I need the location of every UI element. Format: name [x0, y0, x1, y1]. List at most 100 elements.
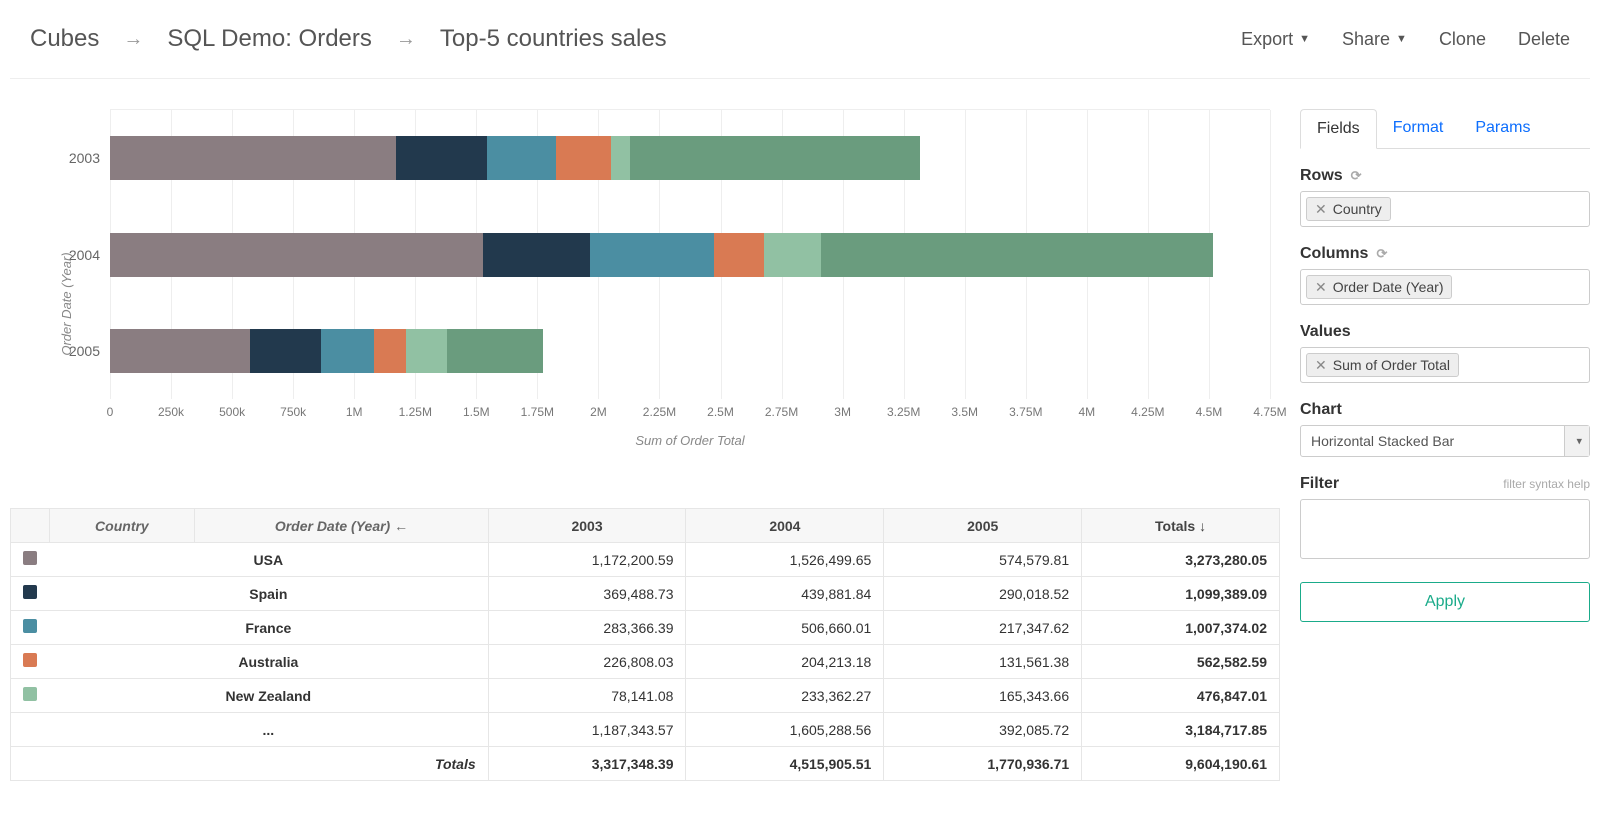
row-swatch	[11, 611, 50, 645]
stacked-bar[interactable]	[110, 329, 1270, 373]
cell-country: USA	[49, 543, 488, 577]
filter-help-link[interactable]: filter syntax help	[1503, 477, 1590, 491]
cell-value: 574,579.81	[884, 543, 1082, 577]
table-row[interactable]: Australia226,808.03204,213.18131,561.385…	[11, 645, 1280, 679]
xtick: 1.75M	[521, 405, 554, 419]
totals-value: 3,317,348.39	[488, 747, 686, 781]
share-button[interactable]: Share▼	[1342, 29, 1407, 50]
apply-button[interactable]: Apply	[1300, 582, 1590, 622]
table-row[interactable]: USA1,172,200.591,526,499.65574,579.813,2…	[11, 543, 1280, 577]
bar-segment[interactable]	[590, 233, 714, 277]
sidebar: Fields Format Params Rows ⟳ ✕ Country Co…	[1300, 109, 1590, 781]
col-country[interactable]: Country	[49, 509, 195, 543]
cell-value: 1,187,343.57	[488, 713, 686, 747]
cell-country: France	[49, 611, 488, 645]
caret-down-icon: ▼	[1396, 33, 1407, 45]
rows-box[interactable]: ✕ Country	[1300, 191, 1590, 227]
bar-segment[interactable]	[110, 329, 250, 373]
cell-value: 369,488.73	[488, 577, 686, 611]
values-box[interactable]: ✕ Sum of Order Total	[1300, 347, 1590, 383]
clone-button[interactable]: Clone	[1439, 29, 1486, 50]
breadcrumb-root[interactable]: Cubes	[30, 25, 99, 53]
tab-fields[interactable]: Fields	[1300, 109, 1377, 149]
cell-value: 226,808.03	[488, 645, 686, 679]
xtick: 2.75M	[765, 405, 798, 419]
xtick: 500k	[219, 405, 245, 419]
xtick: 3.25M	[887, 405, 920, 419]
col-2003[interactable]: 2003	[488, 509, 686, 543]
totals-value: 1,770,936.71	[884, 747, 1082, 781]
cell-country: ...	[49, 713, 488, 747]
xtick: 4.5M	[1196, 405, 1223, 419]
table-row[interactable]: ...1,187,343.571,605,288.56392,085.723,1…	[11, 713, 1280, 747]
arrow-icon: →	[396, 28, 416, 51]
tab-params[interactable]: Params	[1459, 109, 1546, 148]
row-swatch	[11, 679, 50, 713]
bar-segment[interactable]	[483, 233, 590, 277]
col-totals[interactable]: Totals ↓	[1082, 509, 1280, 543]
bar-segment[interactable]	[374, 329, 406, 373]
table-row[interactable]: France283,366.39506,660.01217,347.621,00…	[11, 611, 1280, 645]
bar-segment[interactable]	[396, 136, 486, 180]
stacked-bar[interactable]	[110, 233, 1270, 277]
xtick: 4.75M	[1253, 405, 1286, 419]
breadcrumb: Cubes → SQL Demo: Orders → Top-5 countri…	[30, 25, 667, 53]
xtick: 3M	[834, 405, 851, 419]
bar-segment[interactable]	[630, 136, 920, 180]
bar-segment[interactable]	[110, 136, 396, 180]
breadcrumb-cube[interactable]: SQL Demo: Orders	[167, 25, 372, 53]
values-chip-sum[interactable]: ✕ Sum of Order Total	[1306, 353, 1459, 377]
pivot-table: Country Order Date (Year) ← 2003 2004 20…	[10, 508, 1280, 781]
bar-segment[interactable]	[406, 329, 446, 373]
xtick: 2.25M	[643, 405, 676, 419]
bar-segment[interactable]	[556, 136, 611, 180]
bar-segment[interactable]	[611, 136, 630, 180]
cell-total: 1,099,389.09	[1082, 577, 1280, 611]
chart: Order Date (Year) 200320042005 0250k500k…	[10, 109, 1280, 498]
bar-segment[interactable]	[821, 233, 1213, 277]
bar-segment[interactable]	[110, 233, 483, 277]
col-2005[interactable]: 2005	[884, 509, 1082, 543]
totals-grand: 9,604,190.61	[1082, 747, 1280, 781]
table-row[interactable]: Spain369,488.73439,881.84290,018.521,099…	[11, 577, 1280, 611]
cell-value: 204,213.18	[686, 645, 884, 679]
col-year[interactable]: Order Date (Year) ←	[195, 509, 488, 543]
cell-country: New Zealand	[49, 679, 488, 713]
rows-chip-country[interactable]: ✕ Country	[1306, 197, 1391, 221]
cell-value: 290,018.52	[884, 577, 1082, 611]
remove-icon[interactable]: ✕	[1315, 358, 1327, 372]
export-button[interactable]: Export▼	[1241, 29, 1310, 50]
delete-button[interactable]: Delete	[1518, 29, 1570, 50]
cell-value: 439,881.84	[686, 577, 884, 611]
table-row[interactable]: New Zealand78,141.08233,362.27165,343.66…	[11, 679, 1280, 713]
col-2004[interactable]: 2004	[686, 509, 884, 543]
bar-segment[interactable]	[714, 233, 764, 277]
columns-chip-year[interactable]: ✕ Order Date (Year)	[1306, 275, 1452, 299]
columns-label: Columns ⟳	[1300, 245, 1590, 263]
xtick: 1.5M	[463, 405, 490, 419]
stacked-bar[interactable]	[110, 136, 1270, 180]
remove-icon[interactable]: ✕	[1315, 280, 1327, 294]
cell-value: 506,660.01	[686, 611, 884, 645]
totals-value: 4,515,905.51	[686, 747, 884, 781]
refresh-icon[interactable]: ⟳	[1351, 168, 1362, 184]
bar-segment[interactable]	[764, 233, 821, 277]
cell-value: 217,347.62	[884, 611, 1082, 645]
tab-format[interactable]: Format	[1377, 109, 1460, 148]
cell-value: 283,366.39	[488, 611, 686, 645]
columns-box[interactable]: ✕ Order Date (Year)	[1300, 269, 1590, 305]
filter-input[interactable]	[1300, 499, 1590, 559]
yaxis-title: Order Date (Year)	[59, 252, 74, 355]
refresh-icon[interactable]: ⟳	[1376, 246, 1387, 262]
bar-segment[interactable]	[487, 136, 556, 180]
breadcrumb-report[interactable]: Top-5 countries sales	[440, 25, 667, 53]
xtick: 2.5M	[707, 405, 734, 419]
xtick: 2M	[590, 405, 607, 419]
bar-segment[interactable]	[250, 329, 321, 373]
row-swatch	[11, 543, 50, 577]
cell-total: 3,184,717.85	[1082, 713, 1280, 747]
remove-icon[interactable]: ✕	[1315, 202, 1327, 216]
bar-segment[interactable]	[321, 329, 374, 373]
chart-type-select[interactable]: Horizontal Stacked Bar ▾	[1300, 425, 1590, 457]
bar-segment[interactable]	[447, 329, 543, 373]
